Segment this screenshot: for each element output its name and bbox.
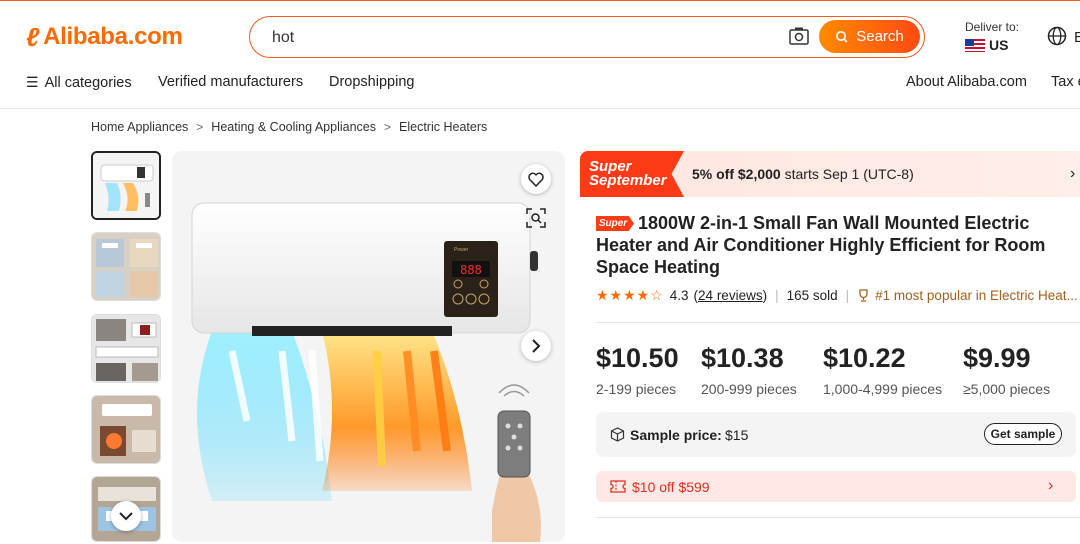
next-image-button[interactable]: [521, 331, 551, 361]
nav-about[interactable]: About Alibaba.com: [906, 74, 1027, 90]
promo-highlight: 5% off $2,000: [692, 166, 781, 182]
promo-text: 5% off $2,000 starts Sep 1 (UTC-8): [692, 166, 914, 182]
product-title: 1800W 2-in-1 Small Fan Wall Mounted Elec…: [596, 213, 1046, 277]
rating-row: ★★★★☆ 4.3 (24 reviews) | 165 sold | #1 m…: [596, 287, 1078, 303]
divider: |: [845, 288, 850, 303]
deliver-country: US: [989, 37, 1009, 53]
coupon-text: $10 off $599: [632, 479, 710, 495]
nav-dropshipping[interactable]: Dropshipping: [329, 74, 414, 90]
most-popular-text: #1 most popular in Electric Heat...: [875, 288, 1078, 303]
divider: [596, 322, 1080, 323]
nav-tax[interactable]: Tax e: [1051, 74, 1080, 90]
coupon-icon: [610, 480, 626, 493]
price-tier-4: $9.99: [963, 343, 1031, 373]
coupon-bar[interactable]: $10 off $599 ›: [596, 471, 1076, 502]
nav-verified-manufacturers[interactable]: Verified manufacturers: [158, 74, 303, 90]
search-bar: Search: [249, 16, 925, 58]
all-categories-menu[interactable]: ☰ All categories: [26, 74, 132, 91]
sold-count: 165 sold: [786, 288, 838, 303]
breadcrumb-item[interactable]: Heating & Cooling Appliances: [211, 120, 376, 134]
super-september-badge: Super September: [580, 151, 684, 197]
breadcrumb-item[interactable]: Electric Heaters: [399, 120, 487, 134]
star-rating-icon: ★★★★☆: [596, 287, 664, 303]
favorite-button[interactable]: [521, 164, 551, 194]
chevron-right-icon: >: [196, 120, 204, 134]
price-tier-1: $10.50: [596, 343, 679, 373]
chevron-right-icon: [531, 339, 540, 353]
rating-value: 4.3: [669, 288, 689, 303]
search-button-label: Search: [856, 28, 904, 45]
qty-tier-1: 2-199 pieces: [596, 381, 677, 397]
super-september-banner[interactable]: Super September 5% off $2,000 starts Sep…: [580, 151, 1080, 197]
divider: |: [775, 288, 779, 303]
chevron-down-icon: [119, 511, 133, 520]
breadcrumb-item[interactable]: Home Appliances: [91, 120, 188, 134]
divider: [596, 517, 1080, 518]
search-button[interactable]: Search: [819, 20, 920, 53]
chevron-right-icon: ›: [1048, 477, 1054, 494]
chevron-right-icon: >: [384, 120, 392, 134]
language-selector[interactable]: E: [1074, 29, 1080, 46]
heater-display-digits: 888: [460, 263, 482, 277]
sample-price-value: $15: [725, 427, 749, 443]
deliver-to-selector[interactable]: US: [965, 37, 1008, 53]
get-sample-button[interactable]: Get sample: [984, 423, 1062, 445]
price-tier-2: $10.38: [701, 343, 784, 373]
top-accent-line: [0, 0, 1080, 1]
search-input[interactable]: [270, 26, 774, 50]
search-icon: [836, 31, 848, 43]
chevron-right-icon: ›: [1070, 165, 1076, 182]
menu-icon: ☰: [26, 74, 39, 90]
qty-tier-3: 1,000-4,999 pieces: [823, 381, 943, 397]
alibaba-logo-icon: ℓ: [26, 21, 40, 52]
trophy-icon: [859, 289, 868, 302]
reviews-link[interactable]: 24 reviews: [698, 288, 763, 303]
image-search-button[interactable]: [526, 208, 548, 230]
wall-heater-image: 888 Power: [172, 151, 565, 542]
camera-search-icon[interactable]: [789, 27, 809, 45]
price-tier-3: $10.22: [823, 343, 906, 373]
qty-tier-2: 200-999 pieces: [701, 381, 797, 397]
main-product-image[interactable]: 888 Power: [172, 151, 565, 542]
alibaba-logo[interactable]: ℓ Alibaba.com: [26, 22, 183, 52]
all-categories-label: All categories: [44, 75, 132, 91]
image-search-icon: [526, 208, 546, 228]
header-divider: [0, 108, 1080, 109]
badge-line-2: September: [589, 172, 667, 189]
most-popular-link[interactable]: #1 most popular in Electric Heat...: [857, 288, 1078, 303]
thumbnails-scroll-down-button[interactable]: [111, 501, 141, 531]
breadcrumb: Home Appliances > Heating & Cooling Appl…: [91, 120, 487, 134]
thumbnail-2[interactable]: [91, 232, 161, 301]
thumbnail-4[interactable]: [91, 395, 161, 464]
heart-icon: [528, 172, 544, 187]
promo-detail: starts Sep 1 (UTC-8): [780, 166, 914, 182]
us-flag-icon: [965, 38, 985, 52]
sample-price-label: Sample price:: [630, 427, 722, 443]
thumbnail-3[interactable]: [91, 314, 161, 383]
box-icon: [610, 427, 625, 442]
heater-panel-label: Power: [454, 247, 469, 253]
sample-price-box: Sample price: $15 Get sample: [596, 412, 1076, 457]
globe-icon[interactable]: [1047, 26, 1067, 46]
logo-text: Alibaba.com: [43, 23, 183, 50]
thumbnail-1[interactable]: [91, 151, 161, 220]
deliver-to-label: Deliver to:: [965, 20, 1020, 34]
qty-tier-4: ≥5,000 pieces: [963, 381, 1051, 397]
